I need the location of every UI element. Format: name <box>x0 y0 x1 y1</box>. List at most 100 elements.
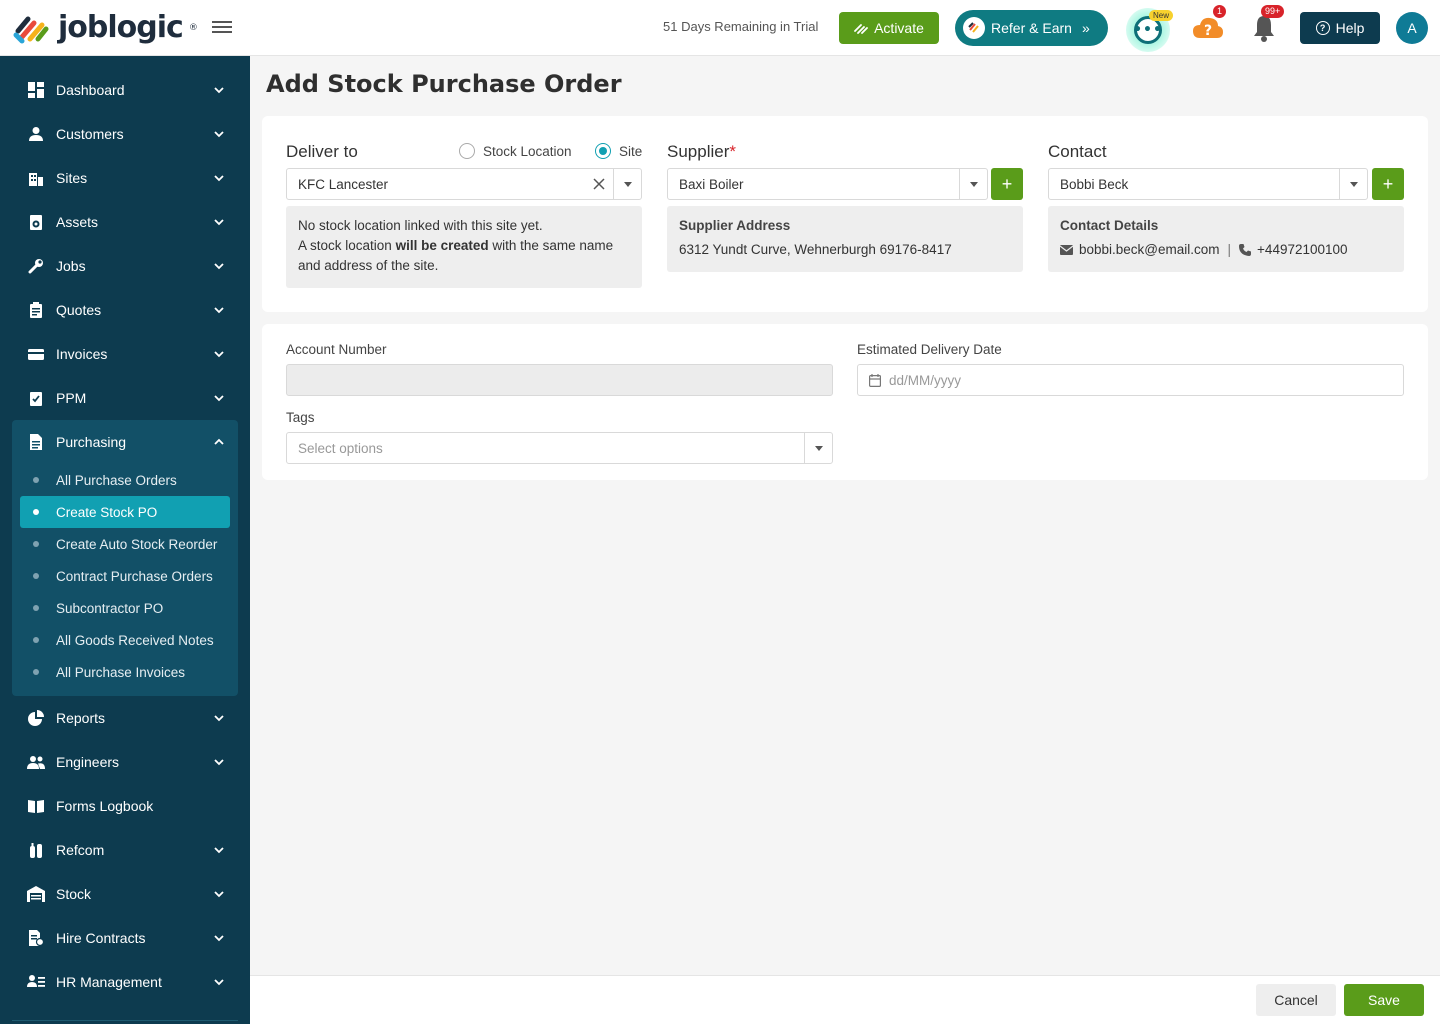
sidebar-sub-all-purchase-invoices[interactable]: All Purchase Invoices <box>20 656 230 688</box>
deliver-to-label: Deliver to <box>286 142 358 161</box>
help-button[interactable]: ? Help <box>1300 12 1380 44</box>
dashboard-icon <box>27 81 45 99</box>
chevron-down-icon <box>214 759 224 766</box>
double-chevron-right-icon: » <box>1081 20 1090 36</box>
contract-icon <box>27 929 45 947</box>
sidebar-item-dashboard[interactable]: Dashboard <box>0 68 250 112</box>
sidebar-item-label: Sites <box>56 170 88 186</box>
sidebar-sub-label: All Goods Received Notes <box>56 632 214 648</box>
activate-button[interactable]: Activate <box>839 12 939 44</box>
help-badge: 1 <box>1213 5 1227 18</box>
dropdown-toggle[interactable] <box>804 433 832 463</box>
sidebar-item-forms-logbook[interactable]: Forms Logbook <box>0 784 250 828</box>
clear-icon[interactable] <box>593 178 605 190</box>
sidebar: Dashboard Customers Sites Assets Jobs Qu… <box>0 56 250 1024</box>
chevron-down-icon <box>214 715 224 722</box>
dropdown-toggle[interactable] <box>613 169 641 199</box>
supplier-value: Baxi Boiler <box>679 176 744 192</box>
document-icon <box>27 433 45 451</box>
sidebar-item-stock[interactable]: Stock <box>0 872 250 916</box>
sidebar-item-engineers[interactable]: Engineers <box>0 740 250 784</box>
hr-icon <box>27 973 45 991</box>
sidebar-item-sites[interactable]: Sites <box>0 156 250 200</box>
sidebar-sub-label: Create Stock PO <box>56 504 158 520</box>
action-footer: Cancel Save <box>250 975 1440 1024</box>
chevron-down-icon <box>214 219 224 226</box>
contact-details-title: Contact Details <box>1060 218 1159 233</box>
building-icon <box>27 169 45 187</box>
sidebar-item-label: Refcom <box>56 842 105 858</box>
sidebar-sub-contract-purchase-orders[interactable]: Contract Purchase Orders <box>20 560 230 592</box>
deliver-to-select[interactable]: KFC Lancester <box>286 168 642 200</box>
svg-text:?: ? <box>1204 23 1212 39</box>
dropdown-toggle[interactable] <box>1339 169 1367 199</box>
radio-site-label: Site <box>619 143 643 159</box>
sidebar-item-label: Quotes <box>56 302 102 318</box>
sidebar-item-refcom[interactable]: Refcom <box>0 828 250 872</box>
chevron-down-icon <box>214 847 224 854</box>
add-supplier-button[interactable]: + <box>991 168 1023 200</box>
logo[interactable]: joblogic ® <box>12 10 198 45</box>
add-contact-button[interactable]: + <box>1372 168 1404 200</box>
dropdown-toggle[interactable] <box>959 169 987 199</box>
chevron-down-icon <box>214 307 224 314</box>
user-avatar[interactable]: A <box>1396 12 1428 44</box>
delivery-date-label: Estimated Delivery Date <box>857 342 1002 357</box>
sidebar-sub-all-goods-received-notes[interactable]: All Goods Received Notes <box>20 624 230 656</box>
chevron-down-icon <box>214 351 224 358</box>
refer-logo-icon <box>963 17 985 39</box>
cancel-button[interactable]: Cancel <box>1256 984 1336 1016</box>
sidebar-item-label: Hire Contracts <box>56 930 146 946</box>
supplier-label: Supplier* <box>667 142 736 162</box>
contact-separator: | <box>1227 242 1232 257</box>
refer-earn-button[interactable]: Refer & Earn » <box>955 10 1108 46</box>
warehouse-icon <box>27 885 45 903</box>
delivery-date-input[interactable]: dd/MM/yyyy <box>857 364 1404 396</box>
notification-badge: 99+ <box>1261 5 1285 18</box>
sidebar-item-hire-contracts[interactable]: Hire Contracts <box>0 916 250 960</box>
chevron-down-icon <box>214 175 224 182</box>
sidebar-item-label: Reports <box>56 710 106 726</box>
tags-select[interactable]: Select options <box>286 432 833 464</box>
save-button[interactable]: Save <box>1344 984 1424 1016</box>
logo-registered: ® <box>188 22 198 33</box>
tags-placeholder: Select options <box>298 440 383 456</box>
bell-icon[interactable] <box>1252 14 1276 42</box>
bullet-icon <box>33 509 39 515</box>
chevron-down-icon <box>214 131 224 138</box>
supplier-address-box: Supplier Address 6312 Yundt Curve, Wehne… <box>667 206 1023 272</box>
checklist-icon <box>27 389 45 407</box>
required-asterisk: * <box>729 142 736 161</box>
radio-stock-location[interactable]: Stock Location <box>459 143 572 159</box>
contact-select[interactable]: Bobbi Beck <box>1048 168 1368 200</box>
sidebar-sub-create-stock-po[interactable]: Create Stock PO <box>20 496 230 528</box>
chevron-up-icon <box>214 438 224 445</box>
sidebar-item-customers[interactable]: Customers <box>0 112 250 156</box>
supplier-select[interactable]: Baxi Boiler <box>667 168 988 200</box>
chat-new-badge: New <box>1149 10 1174 21</box>
sidebar-sub-create-auto-stock-reorder[interactable]: Create Auto Stock Reorder <box>20 528 230 560</box>
sidebar-item-hr-management[interactable]: HR Management <box>0 960 250 1004</box>
contact-phone: +44972100100 <box>1257 242 1348 257</box>
sidebar-item-jobs[interactable]: Jobs <box>0 244 250 288</box>
sidebar-item-quotes[interactable]: Quotes <box>0 288 250 332</box>
person-icon <box>27 125 45 143</box>
plus-icon: + <box>1001 173 1013 194</box>
sidebar-item-reports[interactable]: Reports <box>0 696 250 740</box>
radio-unchecked-icon <box>459 143 475 159</box>
sidebar-item-invoices[interactable]: Invoices <box>0 332 250 376</box>
sidebar-sub-all-purchase-orders[interactable]: All Purchase Orders <box>20 464 230 496</box>
sidebar-item-purchasing[interactable]: Purchasing <box>0 420 250 464</box>
sidebar-item-assets[interactable]: Assets <box>0 200 250 244</box>
sidebar-item-label: Engineers <box>56 754 120 770</box>
sidebar-sub-subcontractor-po[interactable]: Subcontractor PO <box>20 592 230 624</box>
supplier-label-text: Supplier <box>667 142 730 161</box>
radio-site[interactable]: Site <box>595 143 642 159</box>
menu-toggle-icon[interactable] <box>212 18 232 38</box>
info-text: with the same name <box>488 238 614 253</box>
chevron-down-icon <box>214 395 224 402</box>
question-circle-icon: ? <box>1315 21 1330 35</box>
sidebar-item-ppm[interactable]: PPM <box>0 376 250 420</box>
calendar-icon <box>869 373 881 387</box>
chevron-down-icon <box>214 891 224 898</box>
